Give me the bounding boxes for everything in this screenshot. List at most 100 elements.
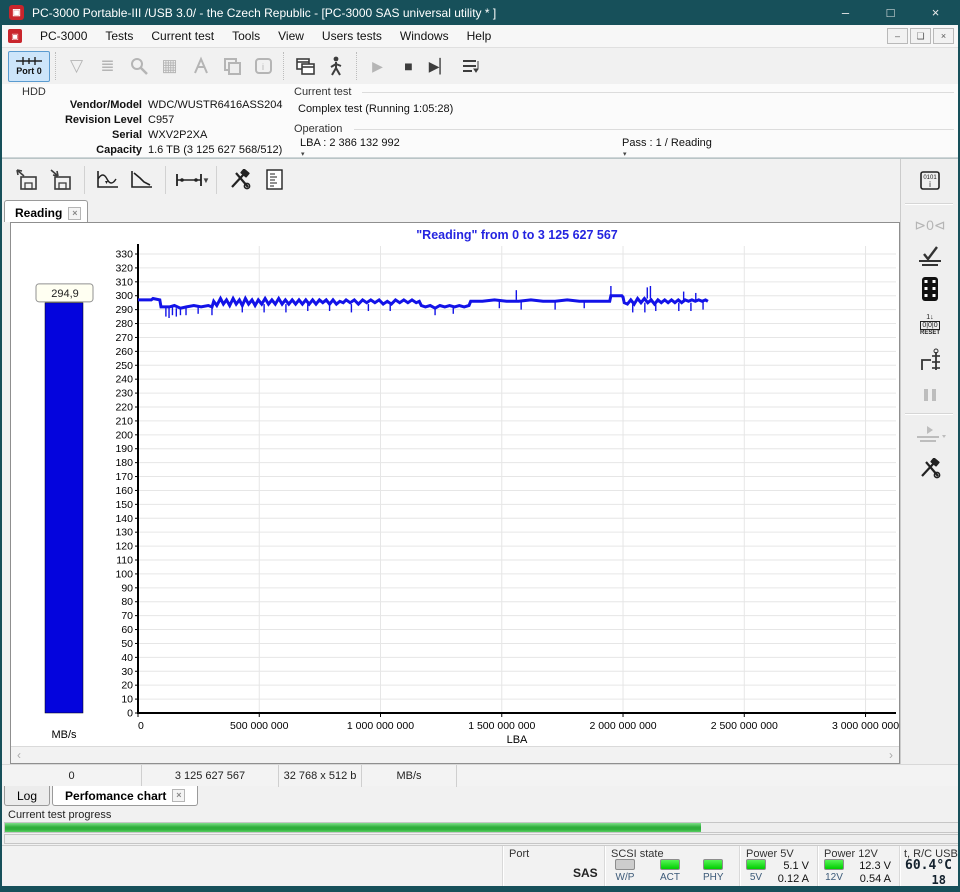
menu-windows[interactable]: Windows [391,26,458,46]
revision-label: Revision Level [2,114,142,126]
drive-passport-icon[interactable]: 0101i [912,167,948,195]
current-test-status: Complex test (Running 1:05:28) [298,103,453,115]
save-chart-icon[interactable] [44,165,78,195]
phy-led [703,859,723,870]
menu-pc3000[interactable]: PC-3000 [31,26,96,46]
svg-text:310: 310 [115,276,133,288]
scroll-left-icon[interactable]: ‹ [17,748,21,762]
load-chart-icon[interactable] [10,165,44,195]
head-map-icon[interactable] [912,347,948,375]
tab-close-icon[interactable]: × [172,789,185,802]
svg-text:1 000 000 000: 1 000 000 000 [347,720,414,732]
main-toolbar: Port 0 ▽ ≣ ▦ i ▶ ■ ▶▏ [2,48,958,84]
svg-text:300: 300 [115,290,133,302]
scsi-state-cell: SCSI state W/P ACT PHY [604,846,739,887]
right-toolbar: 0101i ⊳0⊲ 1↓ 0|0|0 RESET [900,159,958,765]
tab-performance-chart[interactable]: Perfomance chart × [52,786,198,806]
decline-chart-icon[interactable] [125,165,159,195]
chart-settings-icon[interactable] [223,165,257,195]
svg-text:60: 60 [121,624,133,636]
passport-icon: i [247,52,278,81]
toolbar-separator [55,52,56,80]
run-person-icon[interactable] [320,52,351,81]
menu-users-tests[interactable]: Users tests [313,26,391,46]
report-icon[interactable] [257,165,291,195]
drive-test-ok-icon[interactable] [912,243,948,271]
range-dropdown-icon[interactable]: ▼ [202,176,210,185]
maximize-button[interactable]: □ [868,0,913,25]
serial-label: Serial [2,129,142,141]
utility-tools-icon[interactable] [912,455,948,483]
svg-text:LBA: LBA [507,734,528,746]
step-forward-icon[interactable]: ▶▏ [424,52,455,81]
svg-text:10: 10 [121,694,133,706]
windows-copy-icon[interactable] [289,52,320,81]
capacity-label: Capacity [2,144,142,156]
svg-text:294,9: 294,9 [51,288,79,300]
power5-cell: Power 5V 5V 5.1 V 0.12 A [739,846,817,887]
svg-text:220: 220 [115,402,133,414]
wave-chart-icon[interactable] [91,165,125,195]
chart-toolbar: ▼ [2,161,900,199]
revision-value: C957 [148,114,174,126]
capacity-value: 1.6 TB (3 125 627 568/512) [148,144,282,156]
menu-bar: PC-3000 Tests Current test Tools View Us… [2,25,958,48]
svg-text:260: 260 [115,346,133,358]
operation-lba: LBA : 2 386 132 992 [300,137,400,149]
menu-help[interactable]: Help [458,26,501,46]
zero-track-icon: ⊳0⊲ [912,211,948,239]
mdi-minimize-button[interactable]: – [887,28,908,44]
svg-text:90: 90 [121,582,133,594]
mdi-restore-button[interactable]: ❏ [910,28,931,44]
port0-button[interactable]: Port 0 [8,51,50,82]
search-icon [123,52,154,81]
window-frame [2,886,958,892]
power12-amps: 0.54 A [860,873,891,885]
svg-text:0: 0 [127,708,133,720]
status-cell-start: 0 [2,765,142,787]
menu-tests[interactable]: Tests [96,26,142,46]
port-cell: Port SAS [502,846,604,887]
status-cell-block: 32 768 x 512 b [279,765,362,787]
firmware-icon[interactable] [912,275,948,303]
overall-progressbar [4,834,959,844]
svg-text:20: 20 [121,680,133,692]
menu-current-test[interactable]: Current test [142,26,223,46]
svg-text:MB/s: MB/s [51,729,77,741]
mdi-close-button[interactable]: × [933,28,954,44]
play-icon: ▶ [362,52,393,81]
svg-text:290: 290 [115,304,133,316]
svg-text:270: 270 [115,332,133,344]
tab-reading[interactable]: Reading × [4,200,88,222]
chart-hscrollbar[interactable]: ‹ › [11,746,899,763]
power12-cell: Power 12V 12V 12.3 V 0.54 A [817,846,899,887]
range-select-icon[interactable] [172,165,206,195]
hdd-row: Capacity 1.6 TB (3 125 627 568/512) [2,144,285,156]
stop-icon[interactable]: ■ [393,52,424,81]
scroll-right-icon[interactable]: › [889,748,893,762]
info-panel: HDD ▾ Vendor/Model WDC/WUSTR6416ASS204 R… [2,84,958,158]
tab-close-icon[interactable]: × [68,207,81,220]
app-menu-icon[interactable] [8,29,22,43]
reset-counter-icon[interactable]: 1↓ 0|0|0 RESET [912,311,948,339]
close-button[interactable]: × [913,0,958,25]
menu-view[interactable]: View [269,26,313,46]
start-drive-icon [912,421,948,449]
app-window: PC-3000 Portable-III /USB 3.0/ - the Cze… [0,0,960,892]
performance-chart[interactable]: 0102030405060708090100110120130140150160… [11,223,899,746]
tab-log[interactable]: Log [4,786,50,806]
svg-text:200: 200 [115,429,133,441]
port0-label: Port 0 [16,67,42,76]
svg-text:170: 170 [115,471,133,483]
hdd-row: Serial WXV2P2XA [2,129,285,141]
power12-led [824,859,844,870]
svg-text:230: 230 [115,388,133,400]
svg-text:240: 240 [115,374,133,386]
hdd-row: Revision Level C957 [2,114,285,126]
minimize-button[interactable]: – [823,0,868,25]
hdd-row: Vendor/Model WDC/WUSTR6416ASS204 [2,99,285,111]
menu-tools[interactable]: Tools [223,26,269,46]
rule [354,129,954,130]
chart-status-bar: 0 3 125 627 567 32 768 x 512 b MB/s [2,764,958,786]
run-script-icon[interactable] [455,52,486,81]
